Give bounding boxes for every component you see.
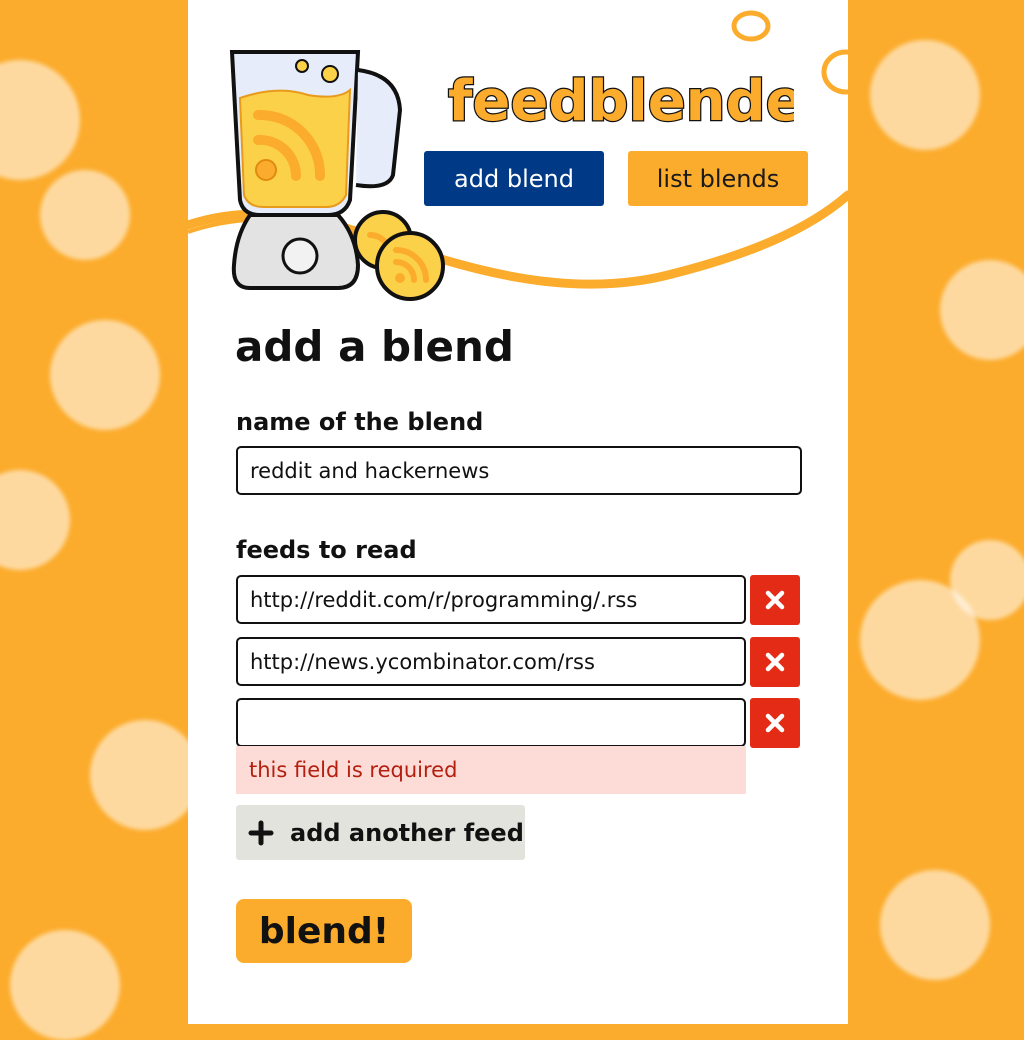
remove-feed-button[interactable]	[750, 575, 800, 625]
field-error-message: this field is required	[236, 746, 746, 794]
feed-url-input[interactable]	[236, 698, 746, 747]
blend-name-label: name of the blend	[236, 408, 484, 436]
remove-feed-button[interactable]	[750, 637, 800, 687]
plus-icon	[248, 820, 274, 845]
nav-add-blend-button[interactable]: add blend	[424, 151, 604, 206]
feeds-label: feeds to read	[236, 536, 417, 564]
main-panel: feedblender add blend list blends add a …	[188, 0, 848, 1024]
close-icon	[765, 652, 785, 672]
blend-submit-button[interactable]: blend!	[236, 899, 412, 963]
blender-rss-icon	[229, 50, 445, 301]
add-feed-button[interactable]: add another feed	[236, 805, 525, 860]
brand-logo: feedblender	[447, 68, 794, 136]
feed-url-input[interactable]	[236, 575, 746, 624]
close-icon	[765, 590, 785, 610]
remove-feed-button[interactable]	[750, 698, 800, 748]
blend-name-input[interactable]	[236, 446, 802, 495]
brand-name: feedblender	[448, 69, 794, 134]
nav-list-blends-button[interactable]: list blends	[628, 151, 808, 206]
feed-url-input[interactable]	[236, 637, 746, 686]
page-title: add a blend	[235, 322, 514, 371]
add-feed-label: add another feed	[290, 818, 524, 847]
close-icon	[765, 713, 785, 733]
